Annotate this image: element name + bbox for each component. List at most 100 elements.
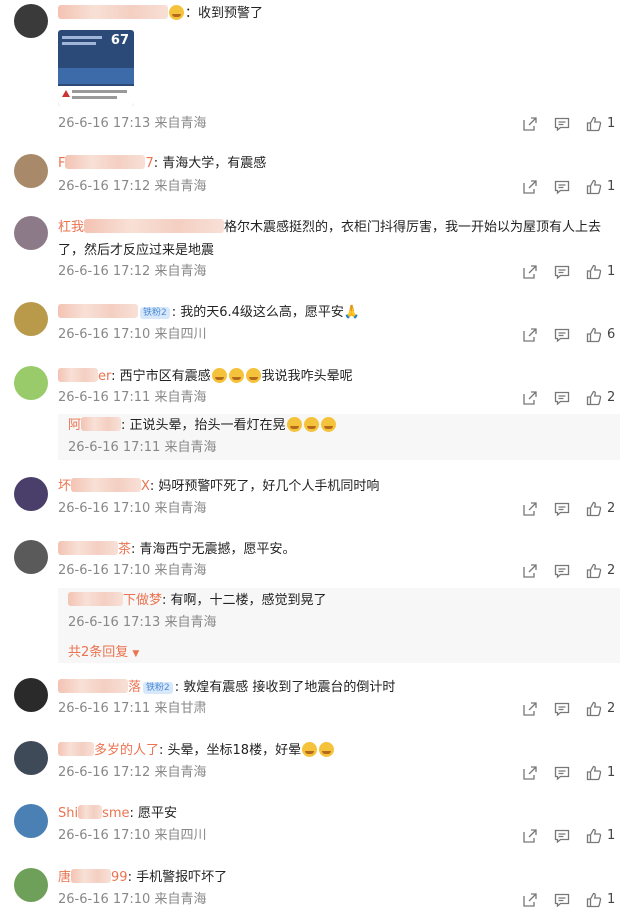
comment-icon[interactable] [554,327,570,343]
like-count: 1 [607,264,616,279]
like-icon[interactable] [586,765,602,781]
avatar[interactable] [14,741,48,775]
avatar[interactable] [14,302,48,336]
comment-meta: 26-6-16 17:11 来自甘肃 [58,701,207,716]
emoji-icon [245,368,261,383]
comment-icon[interactable] [554,264,570,280]
avatar[interactable] [14,540,48,574]
avatar[interactable] [14,4,48,38]
avatar[interactable] [14,477,48,511]
comment-item: 杠我 格尔木震感挺烈的，衣柜门抖得厉害，我一开始以为屋顶有人上去 了，然后才反应过… [0,214,636,286]
like-icon[interactable] [586,390,602,406]
comment-line: Shi sme: 愿平安 [58,802,177,825]
username[interactable]: 下做梦 [68,592,162,608]
share-icon[interactable] [522,327,538,343]
comment-icon[interactable] [554,179,570,195]
like-icon[interactable] [586,179,602,195]
comment-icon[interactable] [554,390,570,406]
share-icon[interactable] [522,892,538,908]
like-count: 2 [607,501,616,516]
username[interactable] [58,5,168,21]
avatar[interactable] [14,678,48,712]
like-icon[interactable] [586,701,602,717]
comment-line: 茶: 青海西宁无震撼，愿平安。 [58,538,296,561]
comment-meta: 26-6-16 17:10 来自四川 [58,327,207,342]
like-icon[interactable] [586,116,602,132]
share-icon[interactable] [522,765,538,781]
like-count: 2 [607,390,616,405]
like-icon[interactable] [586,501,602,517]
comment-item: ：收到预警了 67 26-6-16 17:13 来自青海 1 [0,0,636,140]
countdown-number: 67 [110,33,129,48]
share-icon[interactable] [522,264,538,280]
like-count: 1 [607,765,616,780]
comment-meta: 26-6-16 17:10 来自青海 [58,892,207,907]
share-icon[interactable] [522,828,538,844]
like-icon[interactable] [586,327,602,343]
comment-icon[interactable] [554,828,570,844]
avatar[interactable] [14,868,48,902]
comment-line: ：收到预警了 [58,2,263,25]
avatar[interactable] [14,154,48,188]
comment-icon[interactable] [554,892,570,908]
comment-line: 多岁的人了: 头晕，坐标18楼，好晕 [58,739,335,762]
username[interactable]: 茶 [58,541,131,557]
more-replies-link[interactable]: 共2条回复 ▼ [68,641,139,660]
comment-icon[interactable] [554,501,570,517]
emoji-icon [320,417,336,432]
username[interactable]: 坏X [58,478,150,494]
username[interactable]: 多岁的人了 [58,742,159,758]
username[interactable] [58,304,138,320]
comment-meta: 26-6-16 17:12 来自青海 [58,264,207,279]
reply-box: 阿: 正说头晕，抬头一看灯在晃 26-6-16 17:11 来自青海 [58,414,620,460]
comment-text: : 头晕，坐标18楼，好晕 [159,743,302,758]
like-count: 2 [607,701,616,716]
pray-icon: 🙏 [343,305,361,320]
comment-meta: 26-6-16 17:10 来自青海 [58,563,207,578]
share-icon[interactable] [522,701,538,717]
comment-item: 多岁的人了: 头晕，坐标18楼，好晕 26-6-16 17:12 来自青海 1 [0,739,636,789]
comment-text: : 我的天6.4级这么高，愿平安 [171,305,344,320]
emoji-icon [302,742,318,757]
like-count: 1 [607,179,616,194]
comment-item: Shi sme: 愿平安 26-6-16 17:10 来自四川 1 [0,802,636,852]
avatar[interactable] [14,366,48,400]
share-icon[interactable] [522,501,538,517]
share-icon[interactable] [522,116,538,132]
comment-meta: 26-6-16 17:12 来自青海 [58,765,207,780]
comment-icon[interactable] [554,701,570,717]
comment-text: : 妈呀预警吓死了，好几个人手机同时响 [149,479,380,494]
attached-image[interactable]: 67 [58,30,134,106]
username[interactable]: er [58,368,111,384]
share-icon[interactable] [522,179,538,195]
comment-icon[interactable] [554,563,570,579]
like-icon[interactable] [586,828,602,844]
like-icon[interactable] [586,264,602,280]
username[interactable]: 唐 99 [58,869,128,885]
timestamp: 26-6-16 17:13 [58,116,151,131]
comment-line: 坏 X: 妈呀预警吓死了，好几个人手机同时响 [58,475,379,498]
comment-meta: 26-6-16 17:10 来自青海 [58,501,207,516]
like-count: 1 [607,116,616,131]
comment-text: ：收到预警了 [185,6,264,21]
share-icon[interactable] [522,563,538,579]
username[interactable]: Shi sme [58,805,130,821]
comment-icon[interactable] [554,765,570,781]
avatar[interactable] [14,804,48,838]
avatar[interactable] [14,216,48,250]
username[interactable]: F7 [58,155,154,171]
comment-item: F 7: 青海大学，有震感 26-6-16 17:12 来自青海 1 [0,150,636,200]
fan-badge: 铁粉2 [140,307,170,319]
share-icon[interactable] [522,390,538,406]
comment-text: : 手机警报吓坏了 [127,870,228,885]
comment-icon[interactable] [554,116,570,132]
like-icon[interactable] [586,892,602,908]
comment-meta: 26-6-16 17:10 来自四川 [58,828,207,843]
emoji-icon [319,742,335,757]
username[interactable]: 杠我 [58,219,225,235]
comment-meta: 26-6-16 17:11 来自青海 [58,390,207,405]
username[interactable]: 阿 [68,417,122,433]
like-count: 1 [607,892,616,907]
username[interactable]: 落 [58,679,141,695]
like-icon[interactable] [586,563,602,579]
